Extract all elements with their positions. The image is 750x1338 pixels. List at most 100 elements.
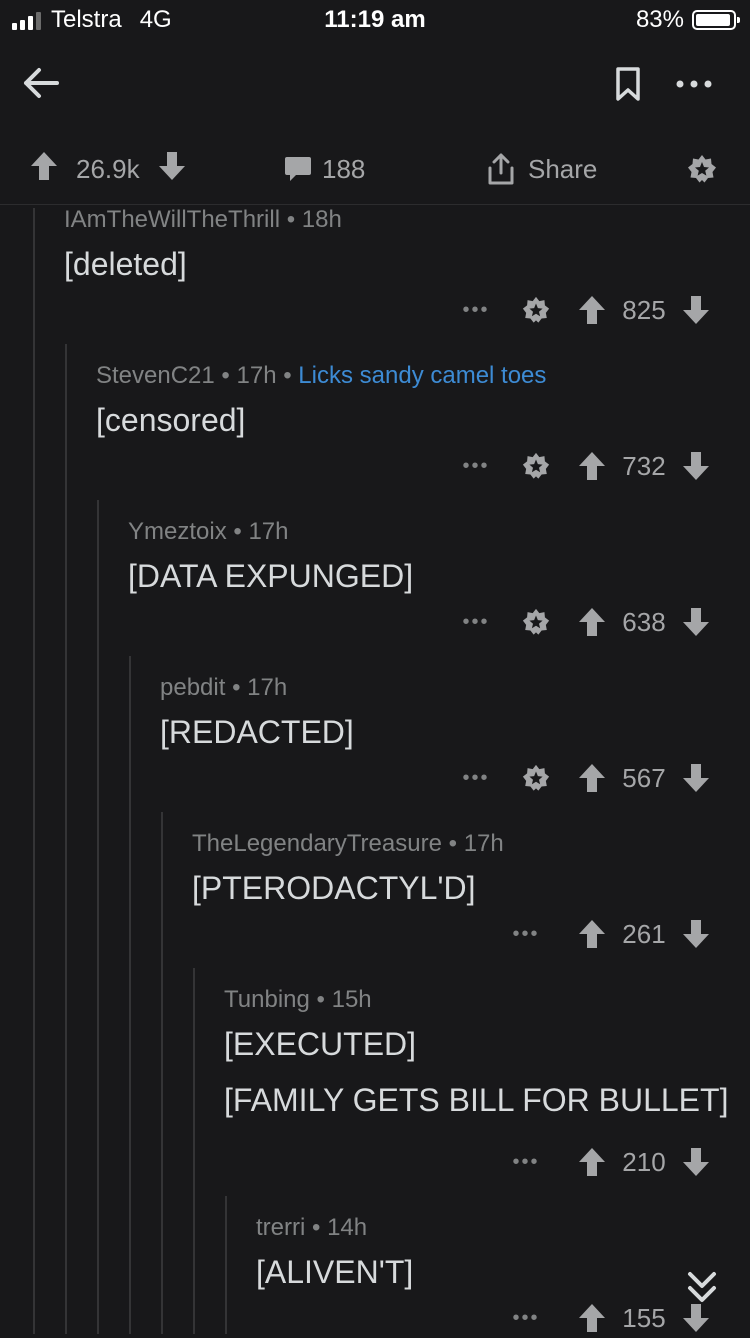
thread-line-level-6 bbox=[193, 968, 195, 1334]
comment-author[interactable]: TheLegendaryTreasure bbox=[192, 830, 442, 857]
post-action-bar: 26.9k 188 Share bbox=[0, 134, 750, 205]
comment-author[interactable]: Tunbing bbox=[224, 986, 310, 1013]
post-upvote-button[interactable] bbox=[30, 151, 58, 188]
comment: Tunbing • 15h [EXECUTED] [FAMILY GETS BI… bbox=[224, 986, 750, 1120]
thread-line-level-2 bbox=[65, 344, 67, 1334]
comment-body-line: [DATA EXPUNGED] bbox=[128, 558, 414, 594]
bookmark-icon bbox=[616, 67, 640, 101]
comment-upvote-button[interactable] bbox=[574, 1142, 610, 1182]
user-flair: Licks sandy camel toes bbox=[298, 362, 547, 389]
thread-line-level-5 bbox=[161, 812, 163, 1334]
comment-downvote-button[interactable] bbox=[678, 290, 714, 330]
collapse-chevron-icon bbox=[688, 1272, 716, 1302]
comment-body: [REDACTED] bbox=[160, 712, 750, 752]
post-comment-count: 188 bbox=[322, 153, 366, 184]
upvote-icon bbox=[579, 608, 605, 636]
comment-more-button[interactable]: ••• bbox=[446, 767, 506, 790]
thread-line-level-3 bbox=[97, 500, 99, 1334]
comment-score: 210 bbox=[622, 1146, 666, 1177]
comment-downvote-button[interactable] bbox=[678, 758, 714, 798]
post-vote-group: 26.9k bbox=[30, 134, 186, 204]
thread-line-level-4 bbox=[129, 656, 131, 1334]
comment-age: 17h bbox=[248, 518, 289, 545]
post-share-button[interactable]: Share bbox=[484, 134, 597, 204]
downvote-icon bbox=[683, 764, 709, 792]
award-icon bbox=[522, 608, 550, 635]
comment-more-button[interactable]: ••• bbox=[446, 455, 506, 478]
comment-meta: IAmTheWillTheThrill • 18h bbox=[64, 206, 342, 233]
comment-body-line: [PTERODACTYL'D] bbox=[192, 870, 476, 906]
battery-percent: 83% bbox=[635, 6, 684, 33]
downvote-icon bbox=[683, 452, 709, 480]
comment-more-button[interactable]: ••• bbox=[446, 299, 506, 322]
share-icon bbox=[488, 153, 514, 185]
thread-line-level-1 bbox=[33, 208, 35, 1334]
comment-more-button[interactable]: ••• bbox=[496, 923, 556, 946]
comment-award-button[interactable] bbox=[516, 758, 556, 798]
comment-body-line: [EXECUTED] bbox=[224, 1026, 417, 1062]
post-downvote-button[interactable] bbox=[158, 151, 186, 188]
comment-body: [PTERODACTYL'D] bbox=[192, 868, 750, 908]
comment-more-button[interactable]: ••• bbox=[446, 611, 506, 634]
comment-meta: Ymeztoix • 17h bbox=[128, 518, 289, 545]
more-options-icon bbox=[676, 80, 712, 88]
comment-downvote-button[interactable] bbox=[678, 1142, 714, 1182]
comment-downvote-button[interactable] bbox=[678, 914, 714, 954]
upvote-icon bbox=[31, 151, 57, 180]
award-icon bbox=[688, 155, 716, 183]
comment-more-button[interactable]: ••• bbox=[496, 1151, 556, 1174]
comment: StevenC21 • 17h • Licks sandy camel toes… bbox=[96, 362, 750, 440]
comment-upvote-button[interactable] bbox=[574, 758, 610, 798]
comment-age: 17h bbox=[236, 362, 277, 389]
comment-upvote-button[interactable] bbox=[574, 914, 610, 954]
comment-age: 17h bbox=[463, 830, 504, 857]
downvote-icon bbox=[683, 920, 709, 948]
comment-body-line: [deleted] bbox=[64, 246, 187, 282]
downvote-icon bbox=[683, 608, 709, 636]
comment-score: 261 bbox=[622, 918, 666, 949]
upvote-icon bbox=[579, 1304, 605, 1332]
comment-body: [deleted] bbox=[64, 244, 750, 284]
comment: TheLegendaryTreasure • 17h [PTERODACTYL'… bbox=[192, 830, 750, 908]
comment-score: 638 bbox=[622, 606, 666, 637]
comment-meta: trerri • 14h bbox=[256, 1214, 368, 1241]
comment-award-button[interactable] bbox=[516, 446, 556, 486]
more-options-button[interactable] bbox=[670, 64, 718, 104]
comment-more-button[interactable]: ••• bbox=[496, 1307, 556, 1330]
post-comments-button[interactable]: 188 bbox=[284, 134, 365, 204]
comment-score: 155 bbox=[622, 1302, 666, 1333]
award-icon bbox=[522, 764, 550, 791]
comment-body-line: [FAMILY GETS BILL FOR BULLET] bbox=[224, 1082, 729, 1118]
comment-icon bbox=[285, 157, 311, 181]
comment-body-line: [censored] bbox=[96, 402, 246, 438]
comment-downvote-button[interactable] bbox=[678, 602, 714, 642]
comment-meta: TheLegendaryTreasure • 17h bbox=[192, 830, 504, 857]
comment-upvote-button[interactable] bbox=[574, 290, 610, 330]
post-award-button[interactable] bbox=[686, 134, 718, 204]
comment: trerri • 14h [ALIVEN'T] bbox=[256, 1214, 750, 1292]
comment-body: [censored] bbox=[96, 400, 750, 440]
upvote-icon bbox=[579, 296, 605, 324]
comment-meta: pebdit • 17h bbox=[160, 674, 288, 701]
comment-author[interactable]: Ymeztoix bbox=[128, 518, 227, 545]
comment-award-button[interactable] bbox=[516, 602, 556, 642]
comment-actions: ••• 155 bbox=[496, 1298, 714, 1338]
comment-downvote-button[interactable] bbox=[678, 446, 714, 486]
comment-actions: ••• 261 bbox=[496, 914, 714, 954]
comment-author[interactable]: trerri bbox=[256, 1214, 305, 1241]
comment-upvote-button[interactable] bbox=[574, 1298, 610, 1338]
comment-body: [ALIVEN'T] bbox=[256, 1252, 750, 1292]
comment-award-button[interactable] bbox=[516, 290, 556, 330]
comment-body: [DATA EXPUNGED] bbox=[128, 556, 750, 596]
bookmark-button[interactable] bbox=[608, 62, 648, 106]
upvote-icon bbox=[579, 920, 605, 948]
comment-upvote-button[interactable] bbox=[574, 602, 610, 642]
comment-upvote-button[interactable] bbox=[574, 446, 610, 486]
comment-score: 732 bbox=[622, 450, 666, 481]
comment: IAmTheWillTheThrill • 18h [deleted] bbox=[64, 206, 750, 284]
comment-author[interactable]: StevenC21 bbox=[96, 362, 215, 389]
collapse-thread-button[interactable] bbox=[684, 1268, 720, 1308]
comment-author[interactable]: pebdit bbox=[160, 674, 225, 701]
back-button[interactable] bbox=[18, 60, 64, 106]
comment-author[interactable]: IAmTheWillTheThrill bbox=[64, 206, 280, 233]
